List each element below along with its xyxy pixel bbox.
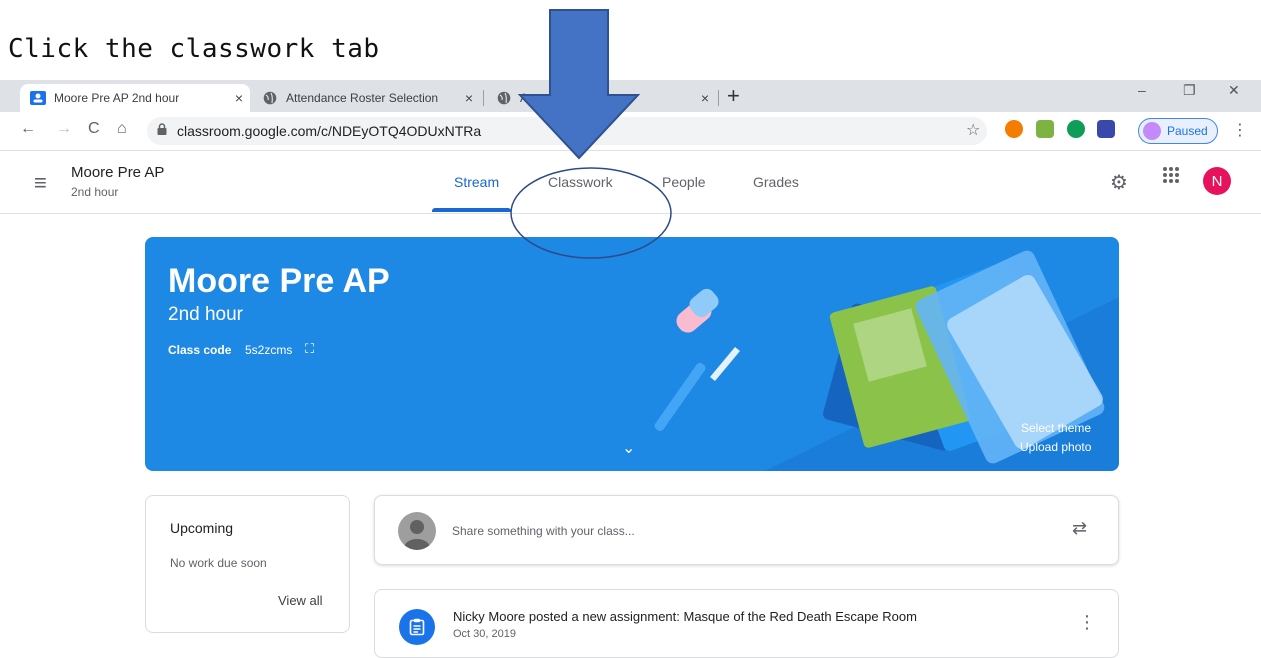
bookmark-star-icon[interactable]: ☆ (966, 120, 980, 140)
account-avatar[interactable]: N (1203, 167, 1231, 195)
tab-title: Attendance Roster Selection (286, 91, 439, 105)
select-theme-link[interactable]: Select theme (1021, 421, 1091, 435)
user-avatar-icon (398, 512, 436, 550)
new-tab-button[interactable]: + (727, 83, 740, 109)
instruction-caption: Click the classwork tab (8, 34, 380, 64)
tab-separator (718, 90, 719, 106)
extension-icon[interactable] (1005, 120, 1023, 138)
repost-icon[interactable]: ⇄ (1072, 518, 1087, 539)
banner-section: 2nd hour (168, 304, 244, 325)
tab-title: Moore Pre AP 2nd hour (54, 91, 180, 105)
class-section: 2nd hour (71, 185, 119, 199)
class-code-value: 5s2zcms (245, 343, 293, 357)
tab-stream[interactable]: Stream (454, 174, 499, 190)
tab-classwork[interactable]: Classwork (548, 174, 613, 190)
lock-icon (157, 123, 167, 138)
tab-close-icon[interactable]: × (694, 90, 716, 106)
browser-tab-classroom[interactable]: Moore Pre AP 2nd hour × (20, 84, 250, 112)
browser-menu-icon[interactable]: ⋮ (1232, 120, 1248, 140)
tab-close-icon[interactable]: × (228, 90, 250, 106)
profile-paused-button[interactable]: Paused (1138, 118, 1218, 144)
reload-icon[interactable]: C (88, 120, 100, 138)
url-text[interactable]: classroom.google.com/c/NDEyOTQ4ODUxNTRa (177, 123, 481, 139)
header-divider (0, 213, 1261, 214)
main-menu-icon[interactable]: ≡ (34, 170, 47, 196)
share-input[interactable]: Share something with your class... (452, 524, 635, 538)
forward-icon[interactable]: → (56, 120, 72, 138)
close-window-icon[interactable]: ✕ (1228, 82, 1240, 99)
post-date: Oct 30, 2019 (453, 628, 516, 640)
upcoming-title: Upcoming (170, 520, 234, 536)
post-title[interactable]: Nicky Moore posted a new assignment: Mas… (453, 609, 917, 624)
post-menu-icon[interactable]: ⋮ (1078, 612, 1096, 633)
minimize-icon[interactable]: – (1138, 82, 1146, 98)
class-code-label: Class code (168, 343, 232, 357)
tab-separator (483, 90, 484, 106)
globe-icon (262, 90, 278, 106)
extension-icon[interactable] (1036, 120, 1054, 138)
tab-people[interactable]: People (662, 174, 706, 190)
upload-photo-link[interactable]: Upload photo (1020, 440, 1091, 454)
view-all-link[interactable]: View all (278, 593, 323, 608)
browser-tab-third[interactable]: A × (486, 84, 716, 112)
restore-icon[interactable]: ❐ (1183, 82, 1196, 99)
back-icon[interactable]: ← (20, 120, 36, 138)
google-apps-icon[interactable] (1162, 166, 1180, 190)
tab-title: A (520, 91, 529, 105)
browser-tab-attendance[interactable]: Attendance Roster Selection × (252, 84, 480, 112)
globe-icon (496, 90, 512, 106)
home-icon[interactable]: ⌂ (117, 120, 127, 138)
assignment-icon (399, 609, 435, 645)
profile-status: Paused (1167, 124, 1208, 138)
selected-tab-indicator (432, 208, 511, 212)
extension-icon[interactable] (1097, 120, 1115, 138)
upcoming-status: No work due soon (170, 556, 267, 570)
class-name[interactable]: Moore Pre AP (71, 164, 164, 181)
profile-avatar-icon (1143, 122, 1161, 140)
settings-gear-icon[interactable]: ⚙ (1110, 170, 1128, 195)
extension-icon[interactable] (1067, 120, 1085, 138)
banner-class-title: Moore Pre AP (168, 262, 390, 300)
expand-chevron-icon[interactable]: ⌄ (622, 438, 635, 458)
tab-close-icon[interactable]: × (458, 90, 480, 106)
classroom-favicon-icon (30, 90, 46, 106)
tab-grades[interactable]: Grades (753, 174, 799, 190)
fullscreen-code-icon[interactable]: ⛶ (305, 341, 314, 357)
